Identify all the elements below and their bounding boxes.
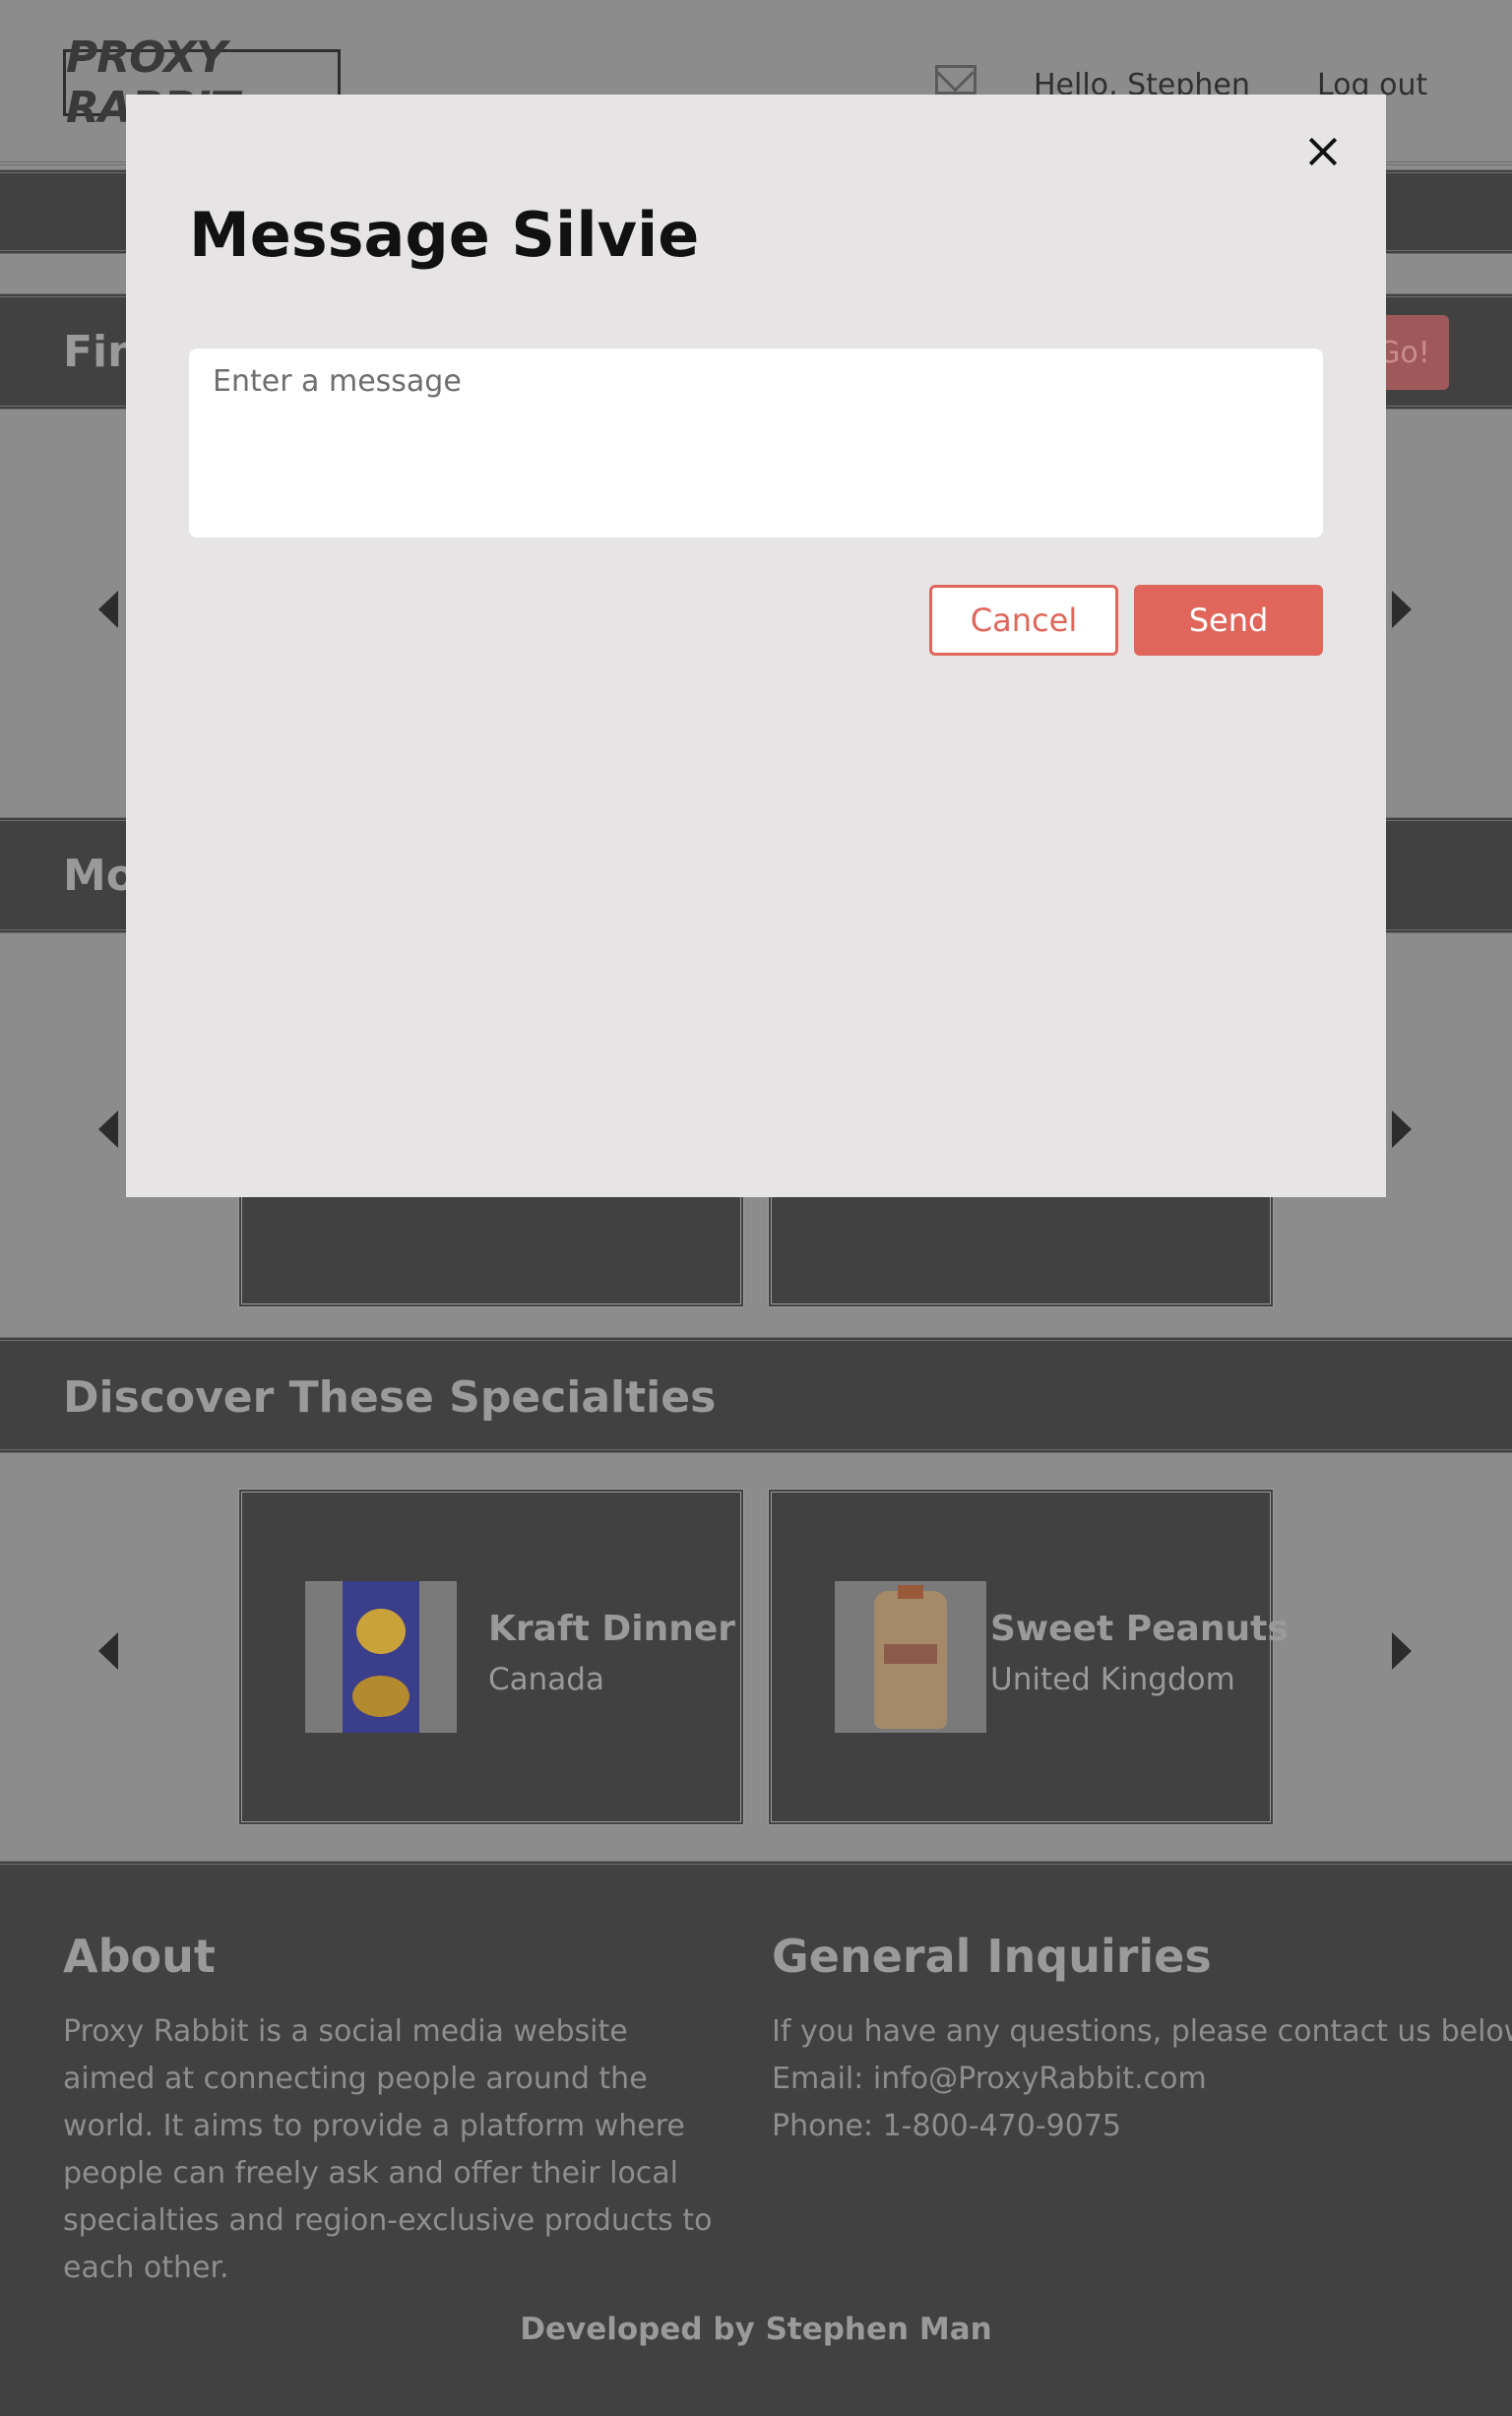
message-input[interactable]: [189, 349, 1323, 538]
product-country: United Kingdom: [990, 1662, 1235, 1697]
more-title: Mo: [63, 851, 137, 901]
close-icon[interactable]: [1299, 128, 1347, 175]
modal-title: Message Silvie: [189, 199, 700, 271]
product-name: Sweet Peanuts: [990, 1609, 1289, 1649]
product-card[interactable]: Kraft Dinner Canada: [238, 1489, 744, 1825]
about-text: Proxy Rabbit is a social media website a…: [63, 2014, 713, 2285]
cancel-button[interactable]: Cancel: [929, 585, 1118, 656]
carousel-prev-icon[interactable]: [98, 591, 118, 628]
carousel-next-icon[interactable]: [1392, 1111, 1412, 1148]
send-button[interactable]: Send: [1134, 585, 1323, 656]
carousel-next-icon[interactable]: [1392, 1632, 1412, 1670]
carousel-next-icon[interactable]: [1392, 591, 1412, 628]
developer-credit: Developed by Stephen Man: [520, 2312, 992, 2347]
carousel-prev-icon[interactable]: [98, 1632, 118, 1670]
discover-title: Discover These Specialties: [63, 1372, 717, 1423]
product-image: [835, 1581, 986, 1733]
product-name: Kraft Dinner: [488, 1609, 735, 1649]
mail-icon[interactable]: [935, 65, 976, 95]
inquiries-heading: General Inquiries: [772, 1930, 1212, 1983]
about-heading: About: [63, 1930, 216, 1983]
inquiries-phone: Phone: 1-800-470-9075: [772, 2109, 1122, 2143]
inquiries-email[interactable]: Email: info@ProxyRabbit.com: [772, 2056, 1207, 2103]
discover-band: Discover These Specialties: [0, 1337, 1512, 1453]
inquiries-text: If you have any questions, please contac…: [772, 2014, 1512, 2049]
product-country: Canada: [488, 1662, 604, 1697]
product-image: [305, 1581, 457, 1733]
message-modal: Message Silvie Cancel Send: [126, 95, 1386, 1197]
carousel-prev-icon[interactable]: [98, 1111, 118, 1148]
product-card[interactable]: Sweet Peanuts United Kingdom: [768, 1489, 1289, 1825]
